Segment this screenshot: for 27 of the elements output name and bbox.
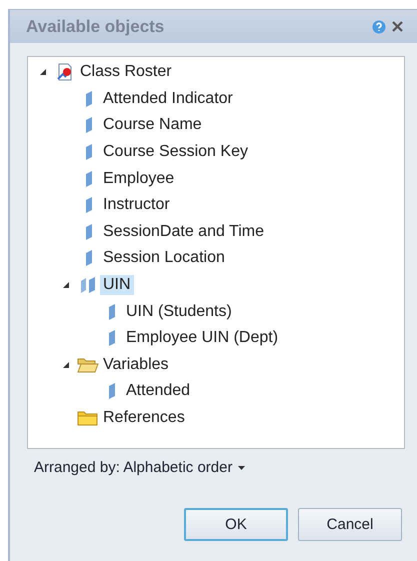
hierarchy-icon [78, 276, 98, 294]
tree-item[interactable]: UIN [100, 275, 134, 296]
window-title: Available objects [26, 16, 166, 36]
folder-icon [77, 409, 99, 428]
ok-button[interactable]: OK [184, 508, 288, 541]
caret-icon[interactable] [238, 466, 246, 470]
tree-item[interactable]: Employee [100, 168, 178, 189]
tree-item[interactable]: Variables [100, 354, 172, 375]
arranged-by-menu[interactable]: Arranged by: Alphabetic order [34, 459, 232, 476]
cancel-button[interactable]: Cancel [298, 508, 402, 541]
tree-item[interactable]: UIN (Students) [123, 302, 235, 322]
close-icon[interactable] [392, 21, 403, 32]
tree-item[interactable]: Attended [123, 381, 194, 402]
open-folder-icon [77, 356, 99, 374]
tree-item[interactable]: SessionDate and Time [100, 222, 267, 242]
help-icon[interactable] [372, 20, 386, 34]
tree-item[interactable]: Instructor [100, 195, 173, 216]
tree-item[interactable]: Attended Indicator [100, 88, 236, 109]
collapse-arrow-icon[interactable] [39, 68, 47, 76]
tree-item[interactable]: Course Session Key [100, 142, 251, 162]
tree-item[interactable]: Session Location [100, 248, 228, 268]
collapse-arrow-icon[interactable] [62, 360, 70, 369]
tree-item[interactable]: References [100, 408, 188, 428]
collapse-arrow-icon[interactable] [62, 281, 70, 290]
tree-item[interactable]: Employee UIN (Dept) [123, 328, 282, 348]
tree-item[interactable]: Class Roster [77, 62, 175, 82]
tree-item[interactable]: Course Name [100, 115, 205, 136]
